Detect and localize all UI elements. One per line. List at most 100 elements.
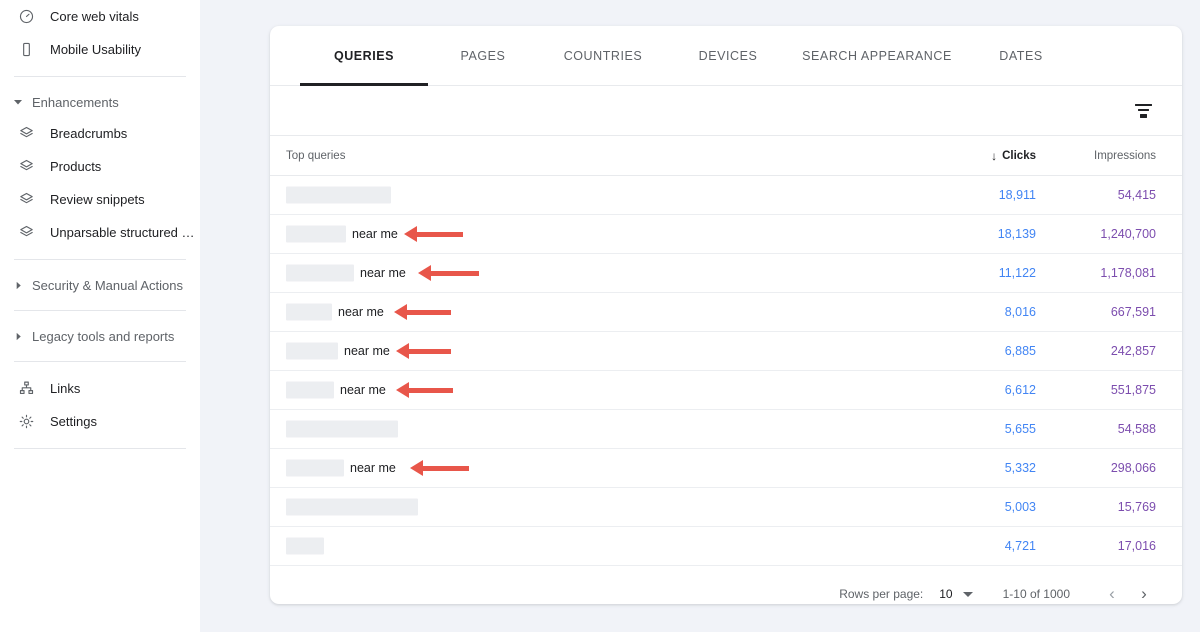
tab-search-appearance[interactable]: SEARCH APPEARANCE (788, 26, 966, 86)
table-row[interactable]: near me 6,612 551,875 (270, 371, 1182, 410)
performance-card: QUERIES PAGES COUNTRIES DEVICES SEARCH APPEA… (270, 26, 1182, 604)
filter-bar (270, 86, 1182, 136)
sitemap-icon (16, 379, 36, 399)
sidebar-item-links[interactable]: Links (0, 372, 200, 405)
cell-impressions: 1,178,081 (1100, 266, 1156, 280)
caret-right-icon (10, 328, 26, 344)
tab-pages[interactable]: PAGES (428, 26, 538, 86)
table-row[interactable]: near me 11,122 1,178,081 (270, 254, 1182, 293)
tab-dates[interactable]: DATES (966, 26, 1076, 86)
sidebar-group-enhancements[interactable]: Enhancements (0, 87, 200, 117)
cell-clicks[interactable]: 6,612 (916, 383, 1036, 397)
sidebar-item-breadcrumbs[interactable]: Breadcrumbs (0, 117, 200, 150)
cell-clicks[interactable]: 18,139 (916, 227, 1036, 241)
cell-top-query (286, 488, 916, 526)
query-text-suffix: near me (344, 344, 390, 358)
cell-clicks[interactable]: 5,655 (916, 422, 1036, 436)
search-console-app: Core web vitals Mobile Usability Enhancem… (0, 0, 1200, 632)
annotation-arrow-left-icon (396, 343, 451, 359)
redacted-query-block (286, 342, 338, 360)
table-row[interactable]: near me 6,885 242,857 (270, 332, 1182, 371)
cell-top-query: near me (286, 215, 916, 253)
sidebar-divider (14, 310, 186, 311)
filter-funnel-icon[interactable] (1130, 98, 1156, 124)
sidebar-divider (14, 361, 186, 362)
cell-impressions: 17,016 (1117, 539, 1156, 553)
table-header-row: Top queries ↓ Clicks Impressions (270, 136, 1182, 176)
tab-queries[interactable]: QUERIES (300, 26, 428, 86)
layers-icon (16, 157, 36, 177)
sidebar-item-label: Unparsable structured d… (50, 225, 200, 240)
cell-impressions: 242,857 (1110, 344, 1156, 358)
caret-down-icon (10, 94, 26, 110)
cell-top-query (286, 176, 916, 214)
column-header-top-queries: Top queries (286, 149, 346, 162)
redacted-query-block (286, 186, 391, 204)
cell-top-query: near me (286, 254, 916, 292)
cell-impressions: 54,415 (1117, 188, 1156, 202)
rows-per-page-value[interactable]: 10 (939, 587, 952, 601)
table-row[interactable]: near me 18,139 1,240,700 (270, 215, 1182, 254)
sidebar-group-enhancements-label: Enhancements (32, 94, 119, 110)
layers-icon (16, 190, 36, 210)
sidebar-item-label: Breadcrumbs (50, 126, 128, 141)
sidebar-item-mobile-usability[interactable]: Mobile Usability (0, 33, 200, 66)
previous-page-button[interactable]: ‹ (1096, 578, 1128, 604)
cell-clicks[interactable]: 8,016 (916, 305, 1036, 319)
annotation-arrow-left-icon (394, 304, 451, 320)
sidebar-divider (14, 448, 186, 449)
sort-descending-icon: ↓ (991, 148, 998, 163)
rows-per-page-label: Rows per page: (839, 587, 924, 601)
redacted-query-block (286, 420, 398, 438)
query-text-suffix: near me (352, 227, 398, 241)
gear-icon (16, 412, 36, 432)
query-text-suffix: near me (340, 383, 386, 397)
tab-devices[interactable]: DEVICES (668, 26, 788, 86)
cell-clicks[interactable]: 6,885 (916, 344, 1036, 358)
annotation-arrow-left-icon (404, 226, 463, 242)
sidebar-item-review-snippets[interactable]: Review snippets (0, 183, 200, 216)
sidebar-item-unparsable-structured-d[interactable]: Unparsable structured d… (0, 216, 200, 249)
chevron-down-icon[interactable] (962, 591, 973, 597)
sidebar-item-core-web-vitals[interactable]: Core web vitals (0, 0, 200, 33)
cell-impressions: 667,591 (1110, 305, 1156, 319)
cell-top-query (286, 410, 916, 448)
cell-clicks[interactable]: 11,122 (916, 266, 1036, 280)
annotation-arrow-left-icon (396, 382, 453, 398)
redacted-query-block (286, 498, 418, 516)
cell-top-query (286, 527, 916, 565)
table-row[interactable]: near me 5,332 298,066 (270, 449, 1182, 488)
caret-right-icon (10, 277, 26, 293)
cell-clicks[interactable]: 4,721 (916, 539, 1036, 553)
sidebar-item-label: Links (50, 381, 81, 396)
query-text-suffix: near me (360, 266, 406, 280)
table-row[interactable]: near me 8,016 667,591 (270, 293, 1182, 332)
table-row[interactable]: 18,911 54,415 (270, 176, 1182, 215)
annotation-arrow-left-icon (418, 265, 479, 281)
tab-countries[interactable]: COUNTRIES (538, 26, 668, 86)
sidebar-item-label: Settings (50, 414, 97, 429)
table-row[interactable]: 4,721 17,016 (270, 527, 1182, 566)
column-header-clicks[interactable]: ↓ Clicks (916, 149, 1036, 163)
cell-clicks[interactable]: 5,332 (916, 461, 1036, 475)
redacted-query-block (286, 225, 346, 243)
cell-clicks[interactable]: 18,911 (916, 188, 1036, 202)
cell-impressions: 551,875 (1110, 383, 1156, 397)
layers-icon (16, 124, 36, 144)
sidebar-item-label: Mobile Usability (50, 42, 142, 57)
sidebar-group-legacy-tools-and-reports[interactable]: Legacy tools and reports (0, 321, 200, 351)
next-page-button[interactable]: › (1128, 578, 1160, 604)
annotation-arrow-left-icon (410, 460, 469, 476)
sidebar-item-settings[interactable]: Settings (0, 405, 200, 438)
query-text-suffix: near me (338, 305, 384, 319)
cell-top-query: near me (286, 449, 916, 487)
table-row[interactable]: 5,003 15,769 (270, 488, 1182, 527)
sidebar: Core web vitals Mobile Usability Enhancem… (0, 0, 200, 632)
speedometer-icon (16, 7, 36, 27)
sidebar-group-security-manual-actions[interactable]: Security & Manual Actions (0, 270, 200, 300)
redacted-query-block (286, 303, 332, 321)
cell-clicks[interactable]: 5,003 (916, 500, 1036, 514)
column-header-impressions[interactable]: Impressions (1036, 150, 1156, 162)
sidebar-item-products[interactable]: Products (0, 150, 200, 183)
table-row[interactable]: 5,655 54,588 (270, 410, 1182, 449)
